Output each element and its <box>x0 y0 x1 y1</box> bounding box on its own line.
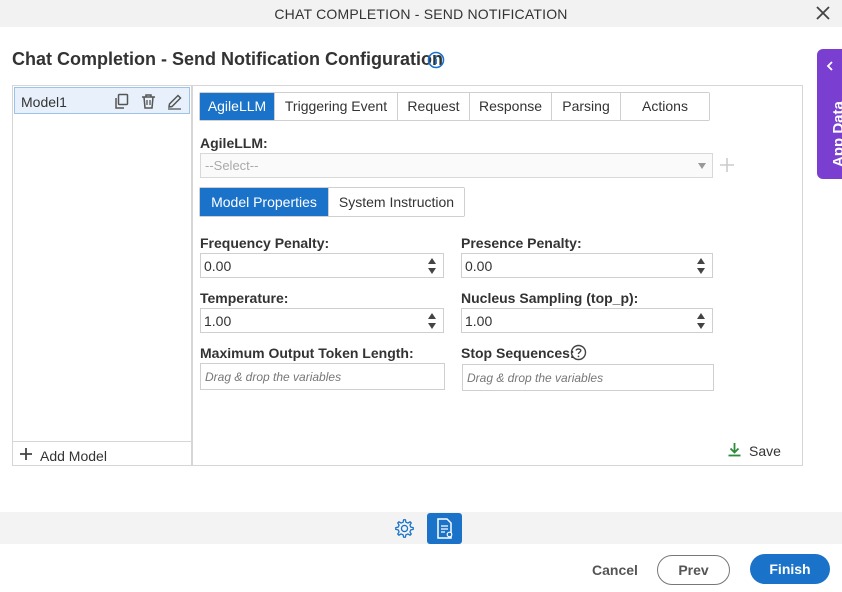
frequency-penalty-input[interactable]: 0.00 <box>200 253 444 278</box>
edit-icon[interactable] <box>166 93 183 110</box>
copy-icon[interactable] <box>113 93 130 110</box>
spinner-icon[interactable] <box>428 257 436 275</box>
stop-sequences-placeholder: Drag & drop the variables <box>467 371 604 385</box>
temperature-input[interactable]: 1.00 <box>200 308 444 333</box>
document-settings-icon <box>437 518 453 539</box>
delete-icon[interactable] <box>140 93 157 110</box>
tab-parsing[interactable]: Parsing <box>552 93 621 120</box>
title-bar: CHAT COMPLETION - SEND NOTIFICATION <box>0 0 842 27</box>
finish-button[interactable]: Finish <box>750 554 830 584</box>
download-icon <box>728 443 741 457</box>
spinner-icon[interactable] <box>697 312 705 330</box>
document-settings-button[interactable] <box>427 513 462 544</box>
model-item[interactable]: Model1 <box>14 87 190 114</box>
spinner-icon[interactable] <box>428 312 436 330</box>
stop-sequences-label: Stop Sequences: <box>461 345 575 361</box>
subtab-model-properties[interactable]: Model Properties <box>200 188 328 216</box>
presence-penalty-value: 0.00 <box>465 258 493 274</box>
save-label: Save <box>749 443 781 459</box>
temperature-value: 1.00 <box>204 313 232 329</box>
window-title: CHAT COMPLETION - SEND NOTIFICATION <box>274 6 568 22</box>
gear-icon[interactable] <box>394 518 415 539</box>
main-tabs: AgileLLM Triggering Event Request Respon… <box>199 92 710 121</box>
max-token-length-input[interactable]: Drag & drop the variables <box>200 363 445 390</box>
bottom-toolbar <box>0 512 842 544</box>
max-token-length-label: Maximum Output Token Length: <box>200 345 414 361</box>
cancel-button[interactable]: Cancel <box>590 555 640 585</box>
presence-penalty-input[interactable]: 0.00 <box>461 253 713 278</box>
add-connection-icon[interactable] <box>719 157 735 173</box>
presence-penalty-label: Presence Penalty: <box>461 235 582 251</box>
info-icon[interactable] <box>427 51 445 69</box>
page-title: Chat Completion - Send Notification Conf… <box>12 49 443 69</box>
agilellm-label: AgileLLM: <box>200 135 268 151</box>
tab-response[interactable]: Response <box>470 93 552 120</box>
agilellm-select[interactable]: --Select-- <box>200 153 713 178</box>
max-token-length-placeholder: Drag & drop the variables <box>205 370 342 384</box>
frequency-penalty-value: 0.00 <box>204 258 232 274</box>
chevron-down-icon <box>698 163 706 169</box>
stop-sequences-input[interactable]: Drag & drop the variables <box>462 364 714 391</box>
app-data-tab[interactable]: App Data <box>817 49 842 179</box>
nucleus-sampling-label: Nucleus Sampling (top_p): <box>461 290 639 306</box>
agilellm-select-value: --Select-- <box>205 158 259 173</box>
tab-actions[interactable]: Actions <box>621 93 709 120</box>
model-item-label: Model1 <box>21 94 67 110</box>
tab-request[interactable]: Request <box>398 93 470 120</box>
nucleus-sampling-value: 1.00 <box>465 313 493 329</box>
close-icon[interactable] <box>814 4 832 22</box>
tab-triggering-event[interactable]: Triggering Event <box>275 93 398 120</box>
subtab-system-instruction[interactable]: System Instruction <box>328 188 464 216</box>
app-data-label: App Data <box>830 101 842 167</box>
model-list-panel: Model1 Add Model <box>12 85 192 466</box>
nucleus-sampling-input[interactable]: 1.00 <box>461 308 713 333</box>
save-button[interactable]: Save <box>727 442 787 460</box>
add-model-label: Add Model <box>40 448 107 464</box>
prev-button[interactable]: Prev <box>657 555 730 585</box>
temperature-label: Temperature: <box>200 290 289 306</box>
sub-tabs: Model Properties System Instruction <box>199 187 465 217</box>
spinner-icon[interactable] <box>697 257 705 275</box>
plus-icon <box>20 448 32 460</box>
chevron-left-icon <box>826 61 833 71</box>
frequency-penalty-label: Frequency Penalty: <box>200 235 330 251</box>
help-icon[interactable] <box>570 344 587 361</box>
add-model-button[interactable]: Add Model <box>13 441 191 465</box>
config-panel: AgileLLM Triggering Event Request Respon… <box>192 85 803 466</box>
tab-agilellm[interactable]: AgileLLM <box>200 93 275 120</box>
